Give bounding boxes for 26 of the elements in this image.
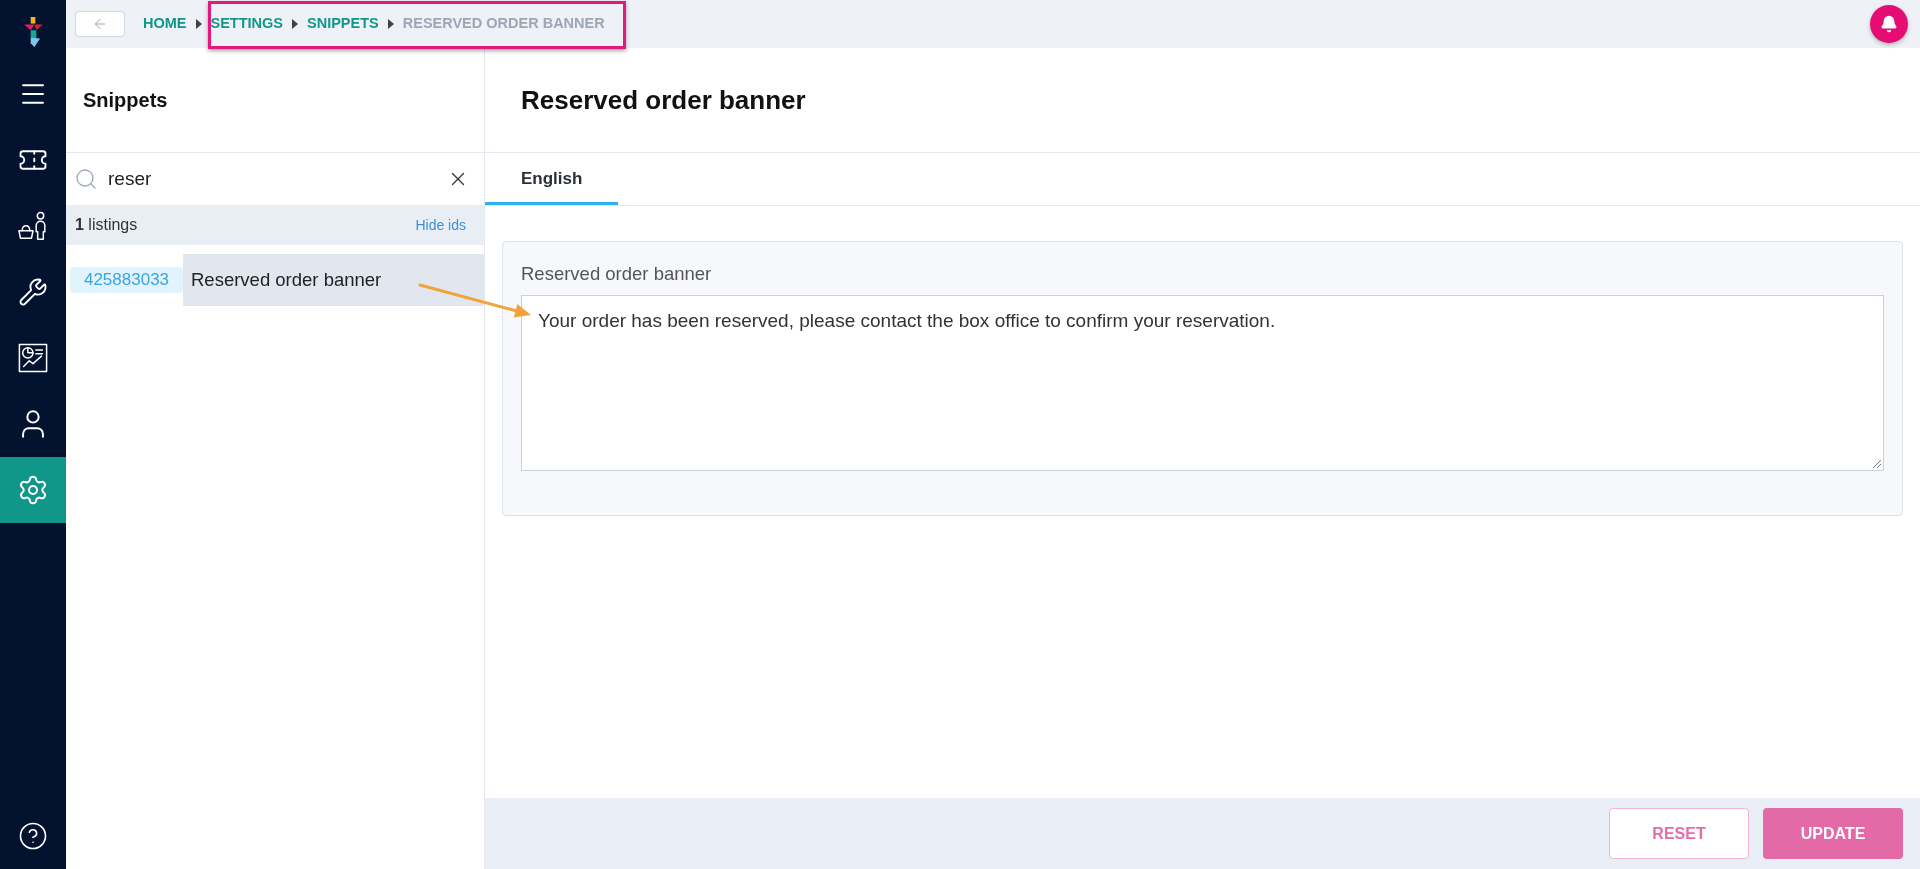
bell-icon: [1880, 15, 1898, 33]
wrench-icon: [18, 277, 48, 307]
id-badge: 425883033: [70, 267, 183, 293]
hide-ids-link[interactable]: Hide ids: [415, 214, 466, 236]
resize-grip-icon: [1873, 460, 1881, 468]
breadcrumb-link[interactable]: SNIPPETS: [307, 13, 379, 35]
language-tab[interactable]: English: [485, 153, 619, 205]
notification-button[interactable]: [1870, 5, 1908, 43]
breadcrumb-link[interactable]: SETTINGS: [210, 13, 283, 35]
caret-right-icon: [387, 19, 394, 29]
gear-icon: [17, 474, 49, 506]
breadcrumb-current: RESERVED ORDER BANNER: [402, 14, 605, 34]
search-icon: [74, 167, 98, 191]
caret-right-icon: [195, 19, 202, 29]
text-area[interactable]: Your order has been reserved, please contact the box office to confirm your reservation.: [521, 295, 1884, 471]
snippet-item[interactable]: Reserved order banner: [183, 254, 484, 306]
logo-icon: [23, 17, 43, 47]
editor-title: Reserved order banner: [521, 83, 806, 117]
basket-person-icon: [18, 211, 48, 241]
field-label: Reserved order banner: [521, 263, 713, 285]
breadcrumb-link[interactable]: HOME: [143, 13, 187, 35]
chart-icon: [18, 343, 48, 373]
caret-right-icon: [292, 19, 298, 29]
panel-title: Snippets: [83, 88, 168, 113]
listings-count: 1 listings: [75, 215, 138, 235]
help-icon: [18, 821, 48, 851]
